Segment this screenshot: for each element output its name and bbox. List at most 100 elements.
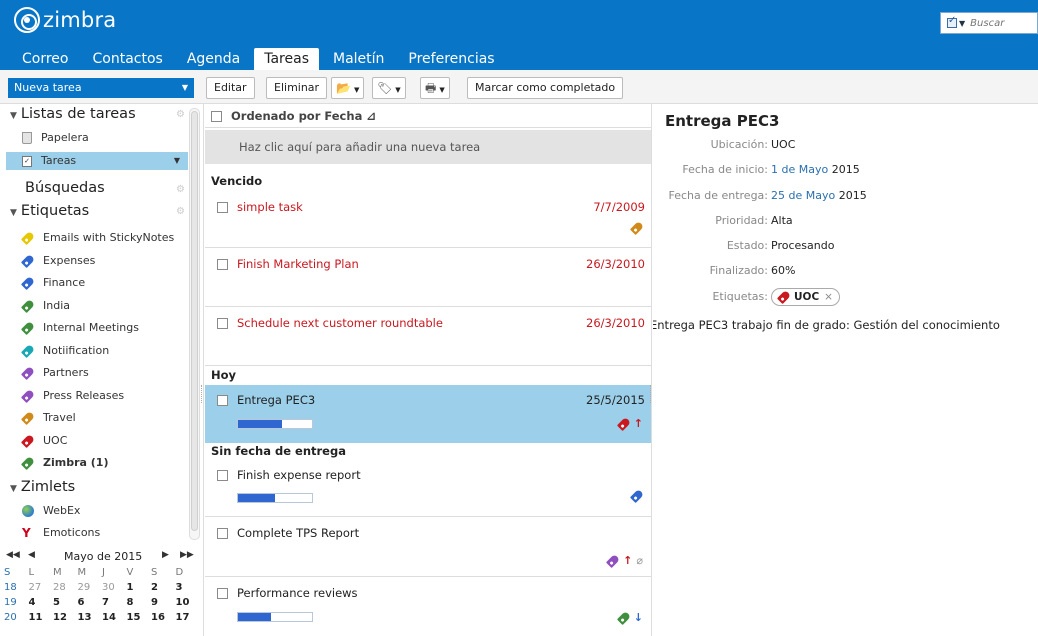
sidebar-tag-item[interactable]: Expenses	[20, 252, 95, 270]
collapse-triangle-icon[interactable]: ▼	[10, 484, 17, 494]
delete-button[interactable]: Eliminar	[266, 77, 328, 99]
calendar-day[interactable]: 8	[127, 596, 152, 610]
new-task-button[interactable]: Nueva tarea ▼	[8, 78, 194, 98]
calendar-day[interactable]: 9	[151, 596, 176, 610]
calendar-day[interactable]: 10	[176, 596, 201, 610]
mark-complete-button[interactable]: Marcar como completado	[467, 77, 624, 99]
calendar-day[interactable]: 16	[151, 611, 176, 625]
calendar-day[interactable]: 3	[176, 581, 201, 595]
calendar-day[interactable]: 2	[151, 581, 176, 595]
tab-correo[interactable]: Correo	[12, 48, 78, 70]
scrollbar-thumb[interactable]	[191, 111, 198, 531]
sidebar-tag-item[interactable]: Travel	[20, 409, 76, 427]
search-type-icon[interactable]	[947, 15, 957, 28]
collapse-triangle-icon[interactable]: ▼	[10, 111, 17, 121]
calendar-day[interactable]: 15	[127, 611, 152, 625]
tab-maletin[interactable]: Maletín	[323, 48, 394, 70]
next-year-icon[interactable]: ▶▶	[180, 550, 194, 560]
sort-header[interactable]: Ordenado por Fecha ⊿	[231, 109, 376, 123]
sidebar-tag-item[interactable]: Finance	[20, 274, 85, 292]
chevron-down-icon[interactable]: ▼	[174, 152, 180, 170]
calendar-day[interactable]: 7	[102, 596, 127, 610]
task-row[interactable]: Performance reviews ↓	[205, 578, 651, 636]
task-lists-header[interactable]: ▼ Listas de tareas	[10, 106, 136, 122]
calendar-day[interactable]: 30	[102, 581, 127, 595]
resize-handle[interactable]	[201, 385, 204, 403]
task-row-selected[interactable]: Entrega PEC3 25/5/2015 ↑	[205, 385, 651, 443]
collapse-triangle-icon[interactable]: ▼	[10, 208, 17, 218]
calendar-day[interactable]: 11	[29, 611, 54, 625]
task-checkbox[interactable]	[217, 202, 228, 213]
tab-tareas[interactable]: Tareas	[254, 48, 319, 70]
calendar-day[interactable]: 1	[127, 581, 152, 595]
calendar-day[interactable]: 27	[29, 581, 54, 595]
sidebar-tag-item[interactable]: UOC	[20, 432, 67, 450]
start-date-link[interactable]: 1 de Mayo	[771, 163, 828, 176]
gear-icon[interactable]: ⚙	[176, 109, 185, 120]
calendar-day[interactable]: 6	[78, 596, 103, 610]
task-checkbox[interactable]	[217, 259, 228, 270]
searches-header[interactable]: Búsquedas	[25, 180, 105, 196]
move-button[interactable]: 📂 ▼	[331, 77, 365, 99]
task-checkbox[interactable]	[217, 588, 228, 599]
sidebar-scrollbar[interactable]	[189, 108, 200, 540]
zimbra-logo[interactable]: zimbra	[14, 6, 116, 34]
task-row[interactable]: Complete TPS Report ↑ ⌀	[205, 518, 651, 577]
prev-year-icon[interactable]: ◀◀	[6, 550, 20, 560]
sidebar-tag-item[interactable]: Emails with StickyNotes	[20, 229, 174, 247]
task-checkbox[interactable]	[217, 318, 228, 329]
complete-field: Finalizado: 60%	[653, 264, 1038, 282]
sidebar-tag-item[interactable]: Internal Meetings	[20, 319, 139, 337]
zimlets-header[interactable]: ▼ Zimlets	[10, 479, 75, 495]
task-checkbox[interactable]	[217, 528, 228, 539]
calendar-day[interactable]: 28	[53, 581, 78, 595]
print-button[interactable]: 🖶 ▼	[420, 77, 450, 99]
calendar-day[interactable]: 14	[102, 611, 127, 625]
task-row[interactable]: simple task 7/7/2009	[205, 192, 651, 248]
calendar-day[interactable]: 13	[78, 611, 103, 625]
calendar-day[interactable]: 12	[53, 611, 78, 625]
tab-preferencias[interactable]: Preferencias	[398, 48, 504, 70]
task-row[interactable]: Finish Marketing Plan 26/3/2010	[205, 249, 651, 307]
calendar-day[interactable]: 17	[176, 611, 201, 625]
folder-tareas[interactable]: ✓ Tareas ▼	[6, 152, 188, 170]
task-date: 26/3/2010	[586, 257, 645, 271]
tag-button[interactable]: 🏷 ▼	[372, 77, 406, 99]
zimlet-emoticons[interactable]: Y Emoticons	[22, 524, 100, 542]
sidebar-tag-item[interactable]: India	[20, 297, 70, 315]
edit-button[interactable]: Editar	[206, 77, 255, 99]
zimlet-webex[interactable]: WebEx	[22, 502, 80, 520]
calendar-day[interactable]: 5	[53, 596, 78, 610]
due-date-link[interactable]: 25 de Mayo	[771, 189, 835, 202]
zimlet-label: Emoticons	[43, 526, 101, 539]
task-row[interactable]: Finish expense report	[205, 460, 651, 517]
folder-papelera[interactable]: Papelera	[22, 129, 89, 147]
task-icons	[629, 488, 645, 504]
select-all-checkbox[interactable]	[211, 111, 222, 122]
remove-tag-icon[interactable]: ×	[824, 291, 833, 303]
chevron-down-icon[interactable]: ▼	[959, 19, 965, 28]
tag-chip[interactable]: UOC ×	[771, 288, 840, 306]
next-month-icon[interactable]: ▶	[162, 550, 169, 560]
gear-icon[interactable]: ⚙	[176, 206, 185, 217]
calendar-day-header: S	[4, 567, 11, 578]
field-label: Ubicación:	[710, 138, 768, 151]
gear-icon[interactable]: ⚙	[176, 184, 185, 195]
prev-month-icon[interactable]: ◀	[28, 550, 35, 560]
calendar-day[interactable]: 29	[78, 581, 103, 595]
chevron-down-icon[interactable]: ▼	[182, 78, 188, 98]
sidebar-tag-item[interactable]: Zimbra (1)	[20, 454, 108, 472]
tab-contactos[interactable]: Contactos	[82, 48, 172, 70]
tags-header[interactable]: ▼ Etiquetas	[10, 203, 89, 219]
quick-add-task[interactable]: Haz clic aquí para añadir una nueva tare…	[205, 130, 651, 164]
field-label: Etiquetas:	[712, 290, 768, 303]
tab-agenda[interactable]: Agenda	[177, 48, 250, 70]
task-checkbox[interactable]	[217, 395, 228, 406]
search-input[interactable]	[970, 17, 1027, 29]
sidebar-tag-item[interactable]: Notiification	[20, 342, 109, 360]
task-row[interactable]: Schedule next customer roundtable 26/3/2…	[205, 308, 651, 366]
calendar-day[interactable]: 4	[29, 596, 54, 610]
task-checkbox[interactable]	[217, 470, 228, 481]
sidebar-tag-item[interactable]: Partners	[20, 364, 89, 382]
sidebar-tag-item[interactable]: Press Releases	[20, 387, 124, 405]
